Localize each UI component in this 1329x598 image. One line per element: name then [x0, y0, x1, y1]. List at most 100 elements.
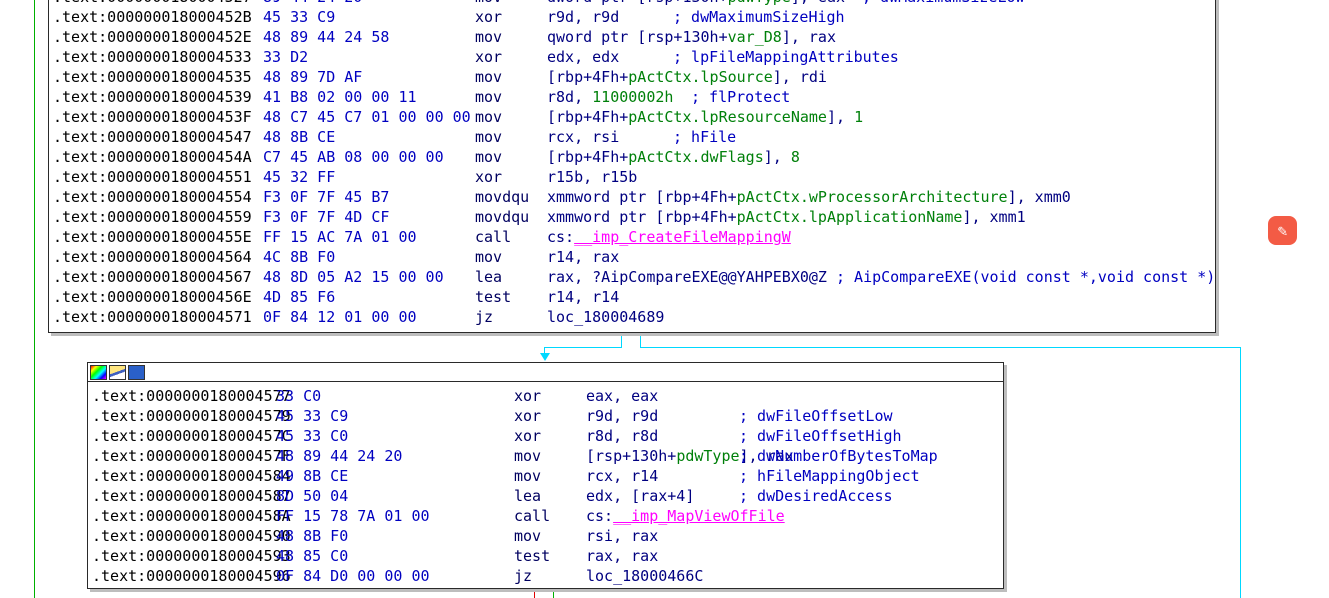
mnemonic: mov: [475, 108, 503, 126]
address: .text:0000000180004539: [53, 88, 252, 106]
operand-part: ], rdi: [772, 68, 827, 86]
opcode-bytes: FF 15 78 7A 01 00: [276, 507, 430, 525]
opcode-bytes: 41 B8 02 00 00 11: [263, 88, 417, 106]
edit-icon[interactable]: [109, 365, 126, 380]
operand-part: rcx, rsi: [547, 128, 620, 146]
opcode-bytes: 45 33 C9: [276, 407, 349, 425]
operand-part: pdwType: [728, 0, 791, 6]
mnemonic: movdqu: [475, 208, 530, 226]
operand-part: ], rax: [781, 28, 836, 46]
operand-part: edx, edx: [547, 48, 620, 66]
magic-wand-icon[interactable]: ✎: [1268, 216, 1297, 245]
operand-part: xmmword ptr [rbp+4Fh+: [547, 208, 737, 226]
address: .text:0000000180004571: [53, 308, 252, 326]
address: .text:0000000180004559: [53, 208, 252, 226]
operand-part: eax, eax: [586, 387, 659, 405]
edge-bottom-red: [534, 588, 535, 598]
mnemonic: mov: [475, 148, 503, 166]
address: .text:0000000180004596: [92, 567, 291, 585]
palette-icon[interactable]: [90, 365, 107, 380]
address: .text:000000018000453F: [53, 108, 252, 126]
comment: ; hFile: [673, 128, 737, 146]
operand: eax, eax: [586, 386, 658, 406]
operand-part: 1: [854, 108, 864, 126]
comment: ; flProtect: [691, 88, 791, 106]
mnemonic: xor: [475, 168, 503, 186]
operand-part: cs:: [586, 507, 614, 525]
operand-part: pActCtx.lpResourceName: [628, 108, 827, 126]
mnemonic: xor: [514, 407, 542, 425]
comment: ; AipCompareEXE(void const *,void const …: [836, 268, 1216, 286]
operand: r9d, r9d: [547, 7, 619, 27]
comment: ; dwFileOffsetHigh: [739, 427, 902, 445]
operand-part: r8d,: [547, 88, 593, 106]
address: .text:000000018000457C: [92, 427, 291, 445]
operand: loc_18000466C: [586, 566, 703, 586]
mnemonic: xor: [475, 8, 503, 26]
opcode-bytes: 4D 85 F6: [263, 288, 336, 306]
address: .text:000000018000457F: [92, 447, 291, 465]
address: .text:0000000180004564: [53, 248, 252, 266]
operand-part: r15b, r15b: [547, 168, 638, 186]
address: .text:000000018000454A: [53, 148, 252, 166]
opcode-bytes: 48 85 C0: [276, 547, 349, 565]
operand-part: rsi, rax: [586, 527, 659, 545]
opcode-bytes: FF 15 AC 7A 01 00: [263, 228, 417, 246]
operand-part: pActCtx.wProcessorArchitecture: [736, 188, 1008, 206]
mnemonic: mov: [475, 68, 503, 86]
operand-part: dword ptr [rsp+130h+: [547, 0, 728, 6]
opcode-bytes: 49 8B CE: [276, 467, 349, 485]
mnemonic: mov: [475, 248, 503, 266]
operand-part: rax, ?AipCompareEXE@@YAHPEBX0@Z: [547, 268, 827, 286]
operand: [rbp+4Fh+pActCtx.dwFlags], 8: [547, 147, 800, 167]
view-icon[interactable]: [128, 365, 145, 380]
operand: rax, rax: [586, 546, 658, 566]
mnemonic: jz: [514, 567, 533, 585]
mnemonic: mov: [475, 88, 503, 106]
code-block-2[interactable]: .text:0000000180004577 33 C0 xor eax, eax .t…: [87, 362, 1004, 589]
operand-part: r9d, r9d: [547, 8, 620, 26]
edge-right-cyan-v2: [1240, 347, 1241, 598]
operand-part: rax, rax: [586, 547, 659, 565]
operand-part: var_D8: [727, 28, 782, 46]
operand-part: pActCtx.lpApplicationName: [736, 208, 963, 226]
block-header: [88, 363, 1003, 382]
edge-down-cyan-h: [544, 347, 622, 348]
address: .text:0000000180004527: [53, 0, 252, 7]
import-link[interactable]: __imp_CreateFileMappingW: [574, 228, 791, 246]
mnemonic: mov: [514, 527, 542, 545]
address: .text:0000000180004593: [92, 547, 291, 565]
operand-part: r9d, r9d: [586, 407, 659, 425]
comment: ; hFileMappingObject: [739, 467, 920, 485]
operand-part: [rbp+4Fh+: [547, 108, 629, 126]
operand-part: ], eax: [791, 0, 845, 6]
operand: rax, ?AipCompareEXE@@YAHPEBX0@Z: [547, 267, 827, 287]
mnemonic: call: [475, 228, 512, 246]
address: .text:0000000180004567: [53, 268, 252, 286]
mnemonic: jz: [475, 308, 494, 326]
edge-down-cyan-v: [621, 331, 622, 347]
import-link[interactable]: __imp_MapViewOfFile: [613, 507, 785, 525]
operand-part: pActCtx.lpSource: [628, 68, 773, 86]
operand-part: edx, [rax+4]: [586, 487, 695, 505]
operand: rcx, r14: [586, 466, 658, 486]
opcode-bytes: 8D 50 04: [276, 487, 349, 505]
opcode-bytes: 48 89 44 24 58: [263, 28, 390, 46]
operand: rsi, rax: [586, 526, 658, 546]
operand-part: r14, rax: [547, 248, 620, 266]
operand-part: loc_18000466C: [586, 567, 704, 585]
opcode-bytes: 45 32 FF: [263, 168, 336, 186]
address: .text:0000000180004577: [92, 387, 291, 405]
comment: ; dwNumberOfBytesToMap: [739, 447, 938, 465]
operand: xmmword ptr [rbp+4Fh+pActCtx.lpApplicati…: [547, 207, 1026, 227]
operand-part: ],: [826, 108, 855, 126]
opcode-bytes: 89 44 24 20: [263, 0, 362, 7]
operand-part: [rsp+130h+: [586, 447, 677, 465]
operand-part: 11000002h: [592, 88, 674, 106]
mnemonic: movdqu: [475, 188, 530, 206]
mnemonic: mov: [475, 28, 503, 46]
address: .text:0000000180004584: [92, 467, 291, 485]
code-block-1[interactable]: .text:0000000180004527 89 44 24 20 mov dwor…: [48, 0, 1216, 333]
mnemonic: xor: [475, 48, 503, 66]
operand-part: r14, r14: [547, 288, 620, 306]
